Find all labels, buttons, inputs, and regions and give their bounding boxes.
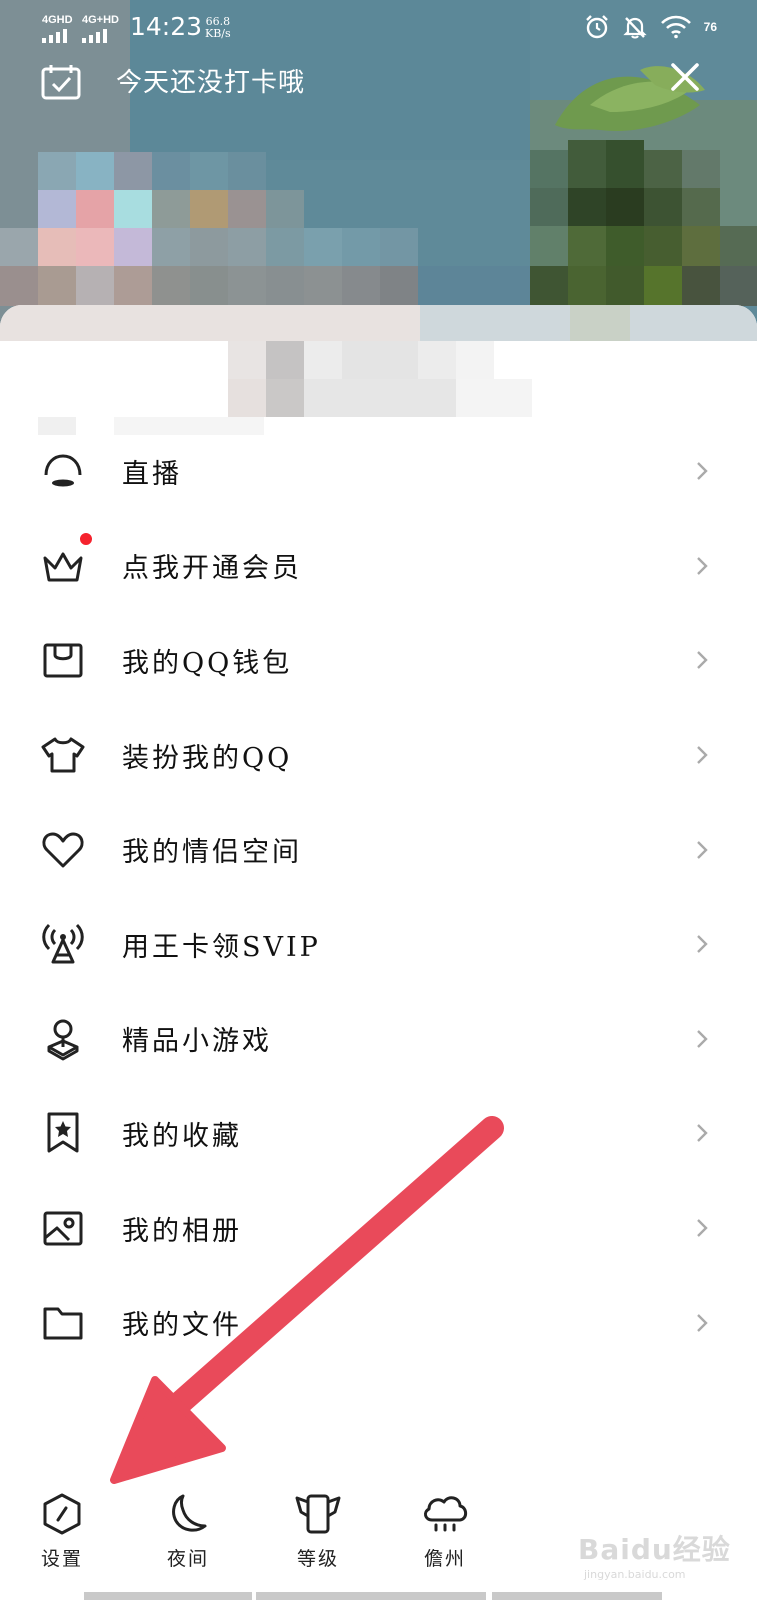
network-type-2: 4G+HD [82,14,119,26]
menu-item-dressup[interactable]: 装扮我的QQ [0,708,757,803]
menu-item-files[interactable]: 我的文件 [0,1275,757,1370]
level-button[interactable]: 等级 [283,1492,353,1571]
menu-item-label: 我的收藏 [122,1120,242,1152]
profile-header: 4GHD 4G+HD 14:23 66.8 KB/s 76 今天还没打卡哦 [0,0,757,345]
bookmark-star-icon [40,1110,86,1156]
chevron-right-icon [697,1124,708,1143]
signal-bars-icon [42,29,73,43]
menu-item-vip[interactable]: 点我开通会员 [0,519,757,614]
bell-off-icon [622,17,647,39]
battery-icon: 76 [703,20,717,34]
game-icon [40,1016,86,1062]
chevron-right-icon [697,1030,708,1048]
menu-item-live[interactable]: 直播 [0,424,757,519]
menu-item-label: 用王卡领SVIP [122,931,321,963]
settings-icon [43,1493,81,1535]
chevron-right-icon [697,557,708,575]
menu-item-couple-space[interactable]: 我的情侣空间 [0,802,757,897]
bottom-strip [492,1592,662,1600]
level-label: 等级 [296,1548,339,1570]
chevron-right-icon [697,1219,708,1237]
weather-location-label: 儋州 [423,1548,466,1570]
menu-item-wallet[interactable]: 我的QQ钱包 [0,613,757,708]
settings-button[interactable]: 设置 [27,1492,97,1571]
wallet-icon [40,637,86,683]
status-icons: 76 [584,14,717,40]
live-icon [40,448,86,494]
shirt-icon [40,732,86,778]
photo-icon [40,1205,86,1251]
level-badge-icon [295,1494,341,1534]
chevron-right-icon [697,1313,708,1332]
weather-button[interactable]: 儋州 [410,1492,480,1571]
signal-tower-icon [40,921,86,967]
chevron-right-icon [697,840,708,859]
watermark-main: Baidu经验 [578,1533,731,1566]
cloud-rain-icon [423,1496,468,1532]
network-speed: 66.8 KB/s [205,16,231,40]
menu-item-label: 我的QQ钱包 [122,647,293,679]
alarm-icon [585,15,608,39]
chevron-right-icon [697,935,708,954]
watermark: Baidu经验 jingyan.baidu.com [578,1528,731,1581]
bottom-strip [256,1592,486,1600]
folder-icon [40,1300,86,1346]
menu-item-label: 精品小游戏 [122,1026,272,1058]
status-time: 14:23 [130,12,203,41]
menu-item-label: 我的相册 [122,1215,242,1247]
menu-item-king-card[interactable]: 用王卡领SVIP [0,897,757,992]
menu-item-favorites[interactable]: 我的收藏 [0,1086,757,1181]
signal-bars-icon [82,29,119,43]
signal-indicator-1: 4GHD [42,14,73,43]
chevron-right-icon [697,746,708,764]
menu-item-label: 我的文件 [122,1310,242,1342]
menu-item-mini-games[interactable]: 精品小游戏 [0,992,757,1087]
blurred-profile-info [0,305,757,435]
crown-icon [40,543,86,589]
moon-icon [172,1494,207,1532]
menu-list: 直播 点我开通会员 我的QQ钱包 装扮我的QQ 我的情侣空间 用王卡领SVIP … [0,424,757,1370]
menu-item-label: 点我开通会员 [122,553,302,585]
heart-icon [40,827,86,873]
network-type-1: 4GHD [42,14,73,26]
chevron-right-icon [697,651,708,670]
speed-unit: KB/s [205,27,231,40]
calendar-check-icon[interactable] [41,64,81,100]
night-mode-button[interactable]: 夜间 [153,1492,223,1571]
wifi-icon [660,15,691,39]
watermark-sub: jingyan.baidu.com [584,1568,686,1581]
close-icon[interactable] [670,62,700,92]
bottom-strip [84,1592,252,1600]
menu-item-label: 装扮我的QQ [122,742,293,774]
chevron-right-icon [697,462,708,481]
menu-item-label: 直播 [122,458,182,490]
settings-label: 设置 [40,1548,83,1570]
notification-badge [78,530,94,547]
checkin-prompt[interactable]: 今天还没打卡哦 [116,62,305,99]
menu-item-label: 我的情侣空间 [122,837,302,869]
status-bar: 4GHD 4G+HD 14:23 66.8 KB/s 76 [0,0,757,56]
signal-indicator-2: 4G+HD [82,14,119,43]
menu-item-album[interactable]: 我的相册 [0,1181,757,1276]
night-mode-label: 夜间 [166,1548,209,1570]
